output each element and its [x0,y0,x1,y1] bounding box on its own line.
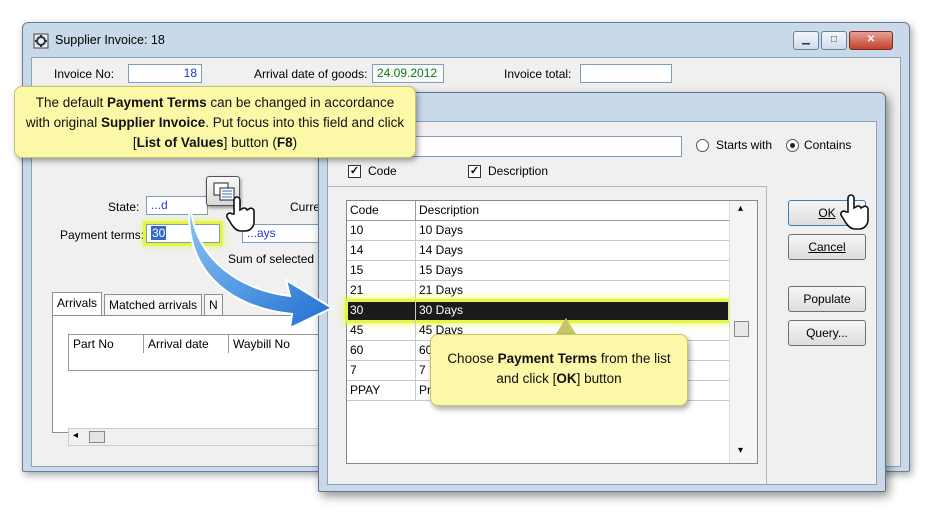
description-cell: 7 [419,363,426,377]
callout-bold-text: Payment Terms [497,351,598,366]
description-cell: 30 Days [419,303,464,317]
list-item[interactable]: 21 21 Days [347,281,729,301]
column-header-waybill-no[interactable]: Waybill No [228,334,320,354]
invoice-total-label: Invoice total: [504,67,572,81]
column-separator [415,301,416,321]
contains-radio[interactable] [786,139,799,152]
tooltip-choose-terms: Choose Payment Terms from the list and c… [430,334,688,406]
cancel-button[interactable]: Cancel [788,234,866,260]
list-item[interactable]: 30 30 Days [345,299,731,323]
callout-bold-text: Supplier Invoice [100,115,206,130]
invoice-total-field[interactable] [580,64,672,83]
code-cell: 21 [350,283,364,297]
code-cell: 7 [350,363,357,377]
callout-text: ] button ( [223,135,277,150]
column-separator [415,221,416,241]
list-header: Code Description [347,201,729,221]
hand-cursor-icon [838,192,872,232]
column-header-part-no[interactable]: Part No [68,334,144,354]
window-title: Supplier Invoice: 18 [55,33,165,47]
code-checkbox-label: Code [368,164,397,178]
list-item[interactable]: 14 14 Days [347,241,729,261]
description-cell: 21 Days [419,283,464,297]
maximize-button[interactable]: □ [821,31,847,50]
ok-label: OK [818,206,836,220]
column-separator [415,341,416,361]
code-cell: 14 [350,243,364,257]
callout-bold-text: F8 [276,135,293,150]
callout-text: The default [35,95,108,110]
callout-bold-text: List of Values [136,135,224,150]
column-separator [415,261,416,281]
payment-terms-label: Payment terms: [60,228,145,242]
arrow-icon [180,200,340,330]
query-button[interactable]: Query... [788,320,866,346]
cancel-label: Cancel [808,240,846,254]
callout-text: ) [292,135,298,150]
code-cell: 60 [350,343,364,357]
payment-terms-value: 30 [151,226,167,240]
column-separator [415,361,416,381]
horizontal-scrollbar[interactable]: ◂ [68,428,322,446]
column-separator [415,381,416,401]
divider [766,186,767,484]
divider [328,186,766,187]
arrival-date-label: Arrival date of goods: [254,67,368,81]
list-item[interactable]: 15 15 Days [347,261,729,281]
arrival-date-field[interactable]: 24.09.2012 [372,64,444,83]
code-cell: 45 [350,323,364,337]
column-header-description[interactable]: Description [419,203,479,217]
populate-button[interactable]: Populate [788,286,866,312]
scroll-down-icon[interactable]: ▾ [738,445,743,456]
description-cell: 15 Days [419,263,464,277]
hand-cursor-icon [224,194,258,232]
list-item[interactable]: 10 10 Days [347,221,729,241]
app-icon [33,33,49,49]
scroll-thumb[interactable] [734,321,749,337]
column-header-code[interactable]: Code [350,203,379,217]
description-checkbox-label: Description [488,164,549,178]
starts-with-label: Starts with [716,138,773,152]
values-list[interactable]: Code Description 10 10 Days 14 14 Days 15 15 … [345,200,758,464]
code-checkbox[interactable]: ✓ [348,165,361,178]
scroll-left-icon[interactable]: ◂ [73,430,78,441]
column-separator [415,241,416,261]
invoice-no-field[interactable]: 18 [128,64,202,83]
callout-pointer [556,318,576,334]
code-cell: 10 [350,223,364,237]
code-cell: 30 [350,303,364,317]
minimize-button[interactable]: ▁ [793,31,819,50]
scroll-thumb[interactable] [89,431,105,443]
callout-text: Choose [447,351,498,366]
tooltip-list-of-values: The default Payment Terms can be changed… [14,86,416,158]
contains-label: Contains [804,138,852,152]
vertical-scrollbar[interactable]: ▴ ▾ [729,201,757,463]
code-cell: PPAY [350,383,381,397]
column-separator [415,321,416,341]
tab-panel [52,315,322,433]
tab-arrivals[interactable]: Arrivals [52,292,103,316]
callout-bold-text: OK [556,371,577,386]
column-separator [415,281,416,301]
scroll-up-icon[interactable]: ▴ [738,203,743,214]
description-checkbox[interactable]: ✓ [468,165,481,178]
close-button[interactable]: ✕ [849,31,893,50]
state-label: State: [108,200,140,214]
description-cell: 10 Days [419,223,464,237]
callout-bold-text: Payment Terms [107,95,207,110]
column-separator [415,201,416,221]
code-cell: 15 [350,263,364,277]
starts-with-radio[interactable] [696,139,709,152]
description-cell: 14 Days [419,243,464,257]
invoice-no-label: Invoice No: [54,67,115,81]
list-of-values-panel: Starts with Contains ✓ Code ✓ Descriptio… [327,121,877,485]
grid-row[interactable] [68,353,320,371]
callout-text: ] button [576,371,622,386]
column-header-arrival-date[interactable]: Arrival date [143,334,229,354]
